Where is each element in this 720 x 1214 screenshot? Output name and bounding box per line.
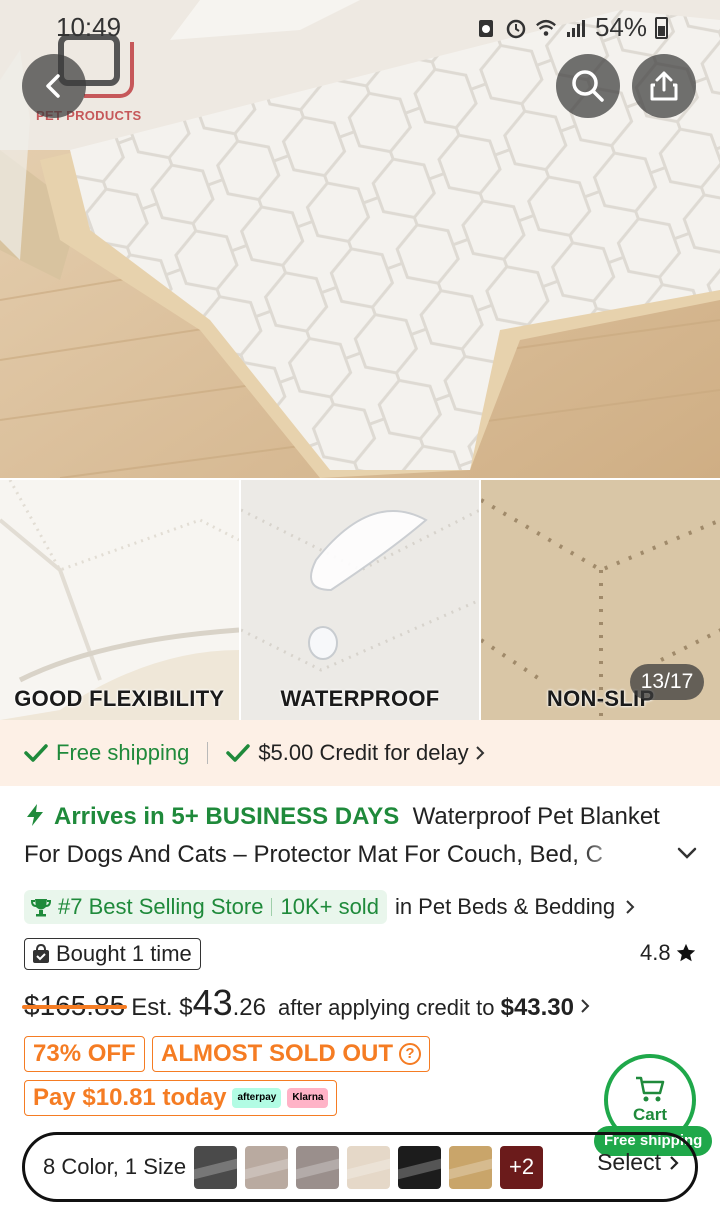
color-swatch[interactable]: [194, 1145, 238, 1189]
category-label: in Pet Beds & Bedding: [394, 894, 616, 919]
color-swatch[interactable]: [449, 1145, 493, 1189]
battery-saver-icon: [478, 19, 493, 37]
thumbnail-flexibility[interactable]: GOOD FLEXIBILITY: [0, 480, 239, 720]
best-selling-badge: #7 Best Selling Store 10K+ sold: [24, 890, 387, 924]
current-price-decimal: .26: [232, 994, 266, 1021]
stock-status: ALMOST SOLD OUT: [161, 1040, 393, 1067]
cart-icon: [636, 1076, 665, 1102]
alarm-icon: [506, 19, 526, 38]
select-button[interactable]: Select: [597, 1149, 681, 1176]
color-swatch[interactable]: [296, 1145, 340, 1189]
help-icon: ?: [398, 1043, 421, 1065]
shipping-banner[interactable]: Free shipping $5.00 Credit for delay: [0, 720, 720, 786]
estimate-label: Est. $: [131, 994, 193, 1021]
color-swatch[interactable]: [347, 1145, 391, 1189]
chevron-right-icon: [581, 999, 590, 1013]
bought-badge: Bought 1 time: [24, 938, 201, 970]
back-button[interactable]: [22, 54, 86, 118]
image-counter: 13/17: [630, 664, 704, 700]
chevron-right-icon: [475, 746, 485, 760]
variant-swatches: +2: [194, 1145, 544, 1189]
after-credit-price: $43.30: [500, 994, 574, 1021]
original-price: $165.85: [21, 990, 128, 1021]
wifi-icon: [536, 19, 556, 36]
lightning-icon: [27, 804, 43, 826]
thumbnail-waterproof[interactable]: WATERPROOF: [240, 480, 480, 720]
pay-today-amount: Pay $10.81 today: [33, 1084, 227, 1111]
status-bar: 10:49 54%: [0, 0, 720, 54]
free-shipping-label: Free shipping: [56, 740, 190, 765]
thumbnail-label: WATERPROOF: [280, 686, 440, 711]
battery-percent: 54%: [594, 12, 647, 42]
signal-icon: [566, 19, 585, 37]
rating[interactable]: 4.8: [640, 940, 697, 966]
check-icon: [226, 744, 251, 762]
thumbnail-label: GOOD FLEXIBILITY: [14, 686, 225, 711]
cart-label: Cart: [632, 1105, 667, 1124]
discount-tag: 73% OFF: [24, 1036, 145, 1072]
after-credit-text: after applying credit to $43.30: [278, 994, 574, 1021]
pay-today-tag[interactable]: Pay $10.81 today afterpay Klarna: [24, 1080, 338, 1116]
sold-count: 10K+ sold: [280, 894, 379, 919]
status-icons: 54%: [475, 12, 668, 43]
variant-selector[interactable]: 8 Color, 1 Size +2 Select: [22, 1132, 698, 1202]
store-ranking-row[interactable]: #7 Best Selling Store 10K+ sold in Pet B…: [24, 890, 637, 924]
best-selling-rank: #7 Best Selling Store: [58, 894, 264, 919]
status-time: 10:49: [56, 12, 122, 42]
trophy-icon: [30, 899, 52, 917]
search-button[interactable]: [556, 54, 620, 118]
battery-icon: [655, 16, 668, 39]
klarna-logo: Klarna: [287, 1088, 329, 1108]
chevron-right-icon: [670, 1155, 679, 1170]
star-icon: [676, 943, 695, 962]
share-icon: [650, 71, 678, 101]
price-row[interactable]: $165.85 Est. $ 43 .26 after applying cre…: [21, 982, 592, 1026]
color-swatch[interactable]: [245, 1145, 289, 1189]
afterpay-logo: afterpay: [232, 1088, 282, 1108]
share-button[interactable]: [632, 54, 696, 118]
shopping-bag-icon: [33, 944, 49, 963]
variant-summary: 8 Color, 1 Size: [43, 1154, 187, 1179]
almost-sold-out-tag[interactable]: ALMOST SOLD OUT ?: [152, 1036, 430, 1072]
delay-credit-label: $5.00 Credit for delay: [258, 740, 469, 765]
more-colors[interactable]: +2: [500, 1145, 544, 1189]
chevron-right-icon: [626, 900, 635, 914]
current-price-integer: 43: [192, 982, 233, 1023]
divider: [207, 742, 209, 764]
search-icon: [572, 70, 604, 102]
check-icon: [24, 744, 48, 762]
expand-title-button[interactable]: [672, 838, 702, 868]
color-swatch[interactable]: [398, 1145, 442, 1189]
chevron-left-icon: [46, 74, 60, 98]
arrival-estimate: Arrives in 5+ BUSINESS DAYS: [54, 803, 400, 830]
select-label: Select: [597, 1149, 661, 1175]
bought-count: Bought 1 time: [56, 941, 192, 966]
feature-thumbnails: GOOD FLEXIBILITY WATERPROOF NON-SLIP: [0, 480, 720, 720]
rating-value: 4.8: [640, 940, 671, 965]
